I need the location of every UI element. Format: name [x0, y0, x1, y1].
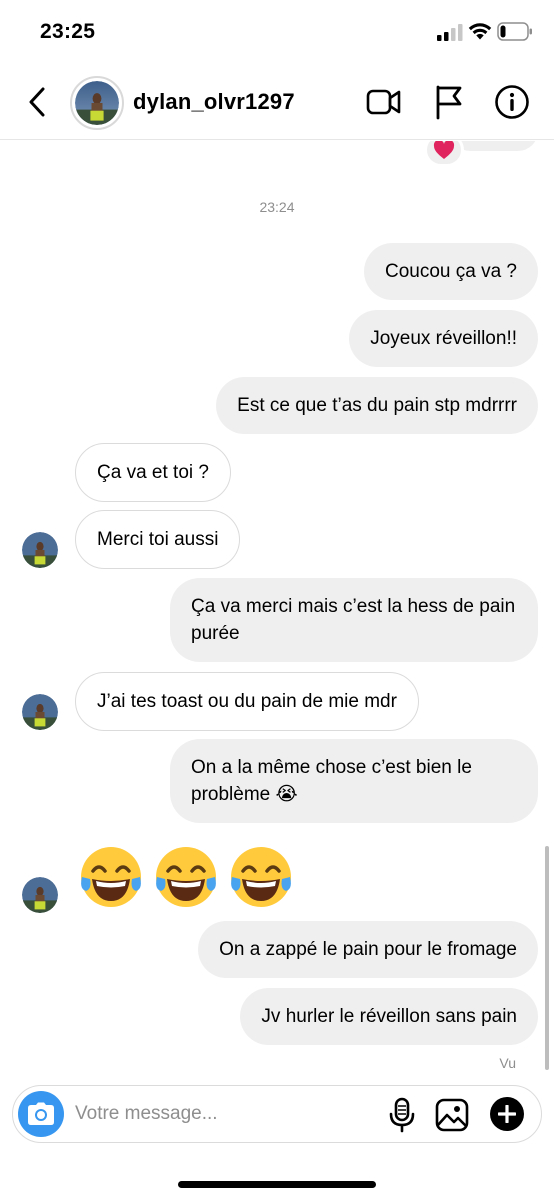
sent-message[interactable]: On a la même chose c’est bien le problèm… — [170, 739, 538, 823]
battery-icon — [497, 22, 532, 41]
profile-avatar[interactable] — [70, 76, 124, 130]
seen-indicator: Vu — [499, 1055, 516, 1071]
tears-of-joy-emoji-icon — [231, 847, 291, 907]
heart-icon — [433, 141, 455, 159]
gallery-icon[interactable] — [435, 1098, 469, 1132]
flag-icon[interactable] — [433, 84, 465, 120]
camera-button[interactable] — [18, 1091, 64, 1137]
chat-header: dylan_olvr1297 — [0, 64, 554, 140]
plus-icon — [498, 1105, 516, 1123]
sent-message[interactable]: Est ce que t’as du pain stp mdrrrr — [216, 377, 538, 434]
message-timestamp: 23:24 — [259, 199, 295, 215]
sender-avatar[interactable] — [22, 877, 58, 913]
sender-avatar[interactable] — [22, 532, 58, 568]
sent-message[interactable]: On a zappé le pain pour le fromage — [198, 921, 538, 978]
back-button[interactable] — [22, 84, 52, 120]
chat-username[interactable]: dylan_olvr1297 — [133, 89, 295, 115]
status-bar: 23:25 — [0, 0, 554, 64]
avatar-photo — [75, 81, 119, 125]
cellular-signal-icon — [437, 24, 463, 41]
wifi-icon — [468, 23, 492, 40]
status-time: 23:25 — [40, 20, 96, 43]
received-message[interactable]: J’ai tes toast ou du pain de mie mdr — [75, 672, 419, 731]
microphone-icon[interactable] — [389, 1097, 415, 1133]
add-button[interactable] — [490, 1097, 524, 1131]
sent-message[interactable]: Jv hurler le réveillon sans pain — [240, 988, 538, 1045]
back-chevron-icon — [29, 87, 45, 117]
message-input[interactable] — [75, 1100, 375, 1128]
info-icon[interactable] — [494, 84, 530, 120]
sent-message[interactable]: Joyeux réveillon!! — [349, 310, 538, 367]
tears-of-joy-emoji-icon — [81, 847, 141, 907]
sent-message[interactable]: Coucou ça va ? — [363, 243, 538, 300]
scrollbar[interactable] — [545, 846, 549, 1070]
message-thread[interactable]: 23:24 Coucou ça va ? Joyeux réveillon!! … — [0, 141, 554, 1081]
heart-reaction[interactable] — [424, 141, 464, 167]
tears-of-joy-emoji-icon — [156, 847, 216, 907]
video-call-icon[interactable] — [366, 86, 402, 118]
received-message[interactable]: Merci toi aussi — [75, 510, 241, 569]
emoji-message[interactable] — [77, 843, 295, 913]
camera-icon — [28, 1102, 54, 1125]
sent-message[interactable]: Ça va merci mais c’est la hess de pain p… — [170, 578, 538, 662]
sender-avatar[interactable] — [22, 694, 58, 730]
home-indicator[interactable] — [178, 1181, 376, 1188]
message-composer — [12, 1085, 542, 1143]
received-message[interactable]: Ça va et toi ? — [75, 443, 231, 502]
